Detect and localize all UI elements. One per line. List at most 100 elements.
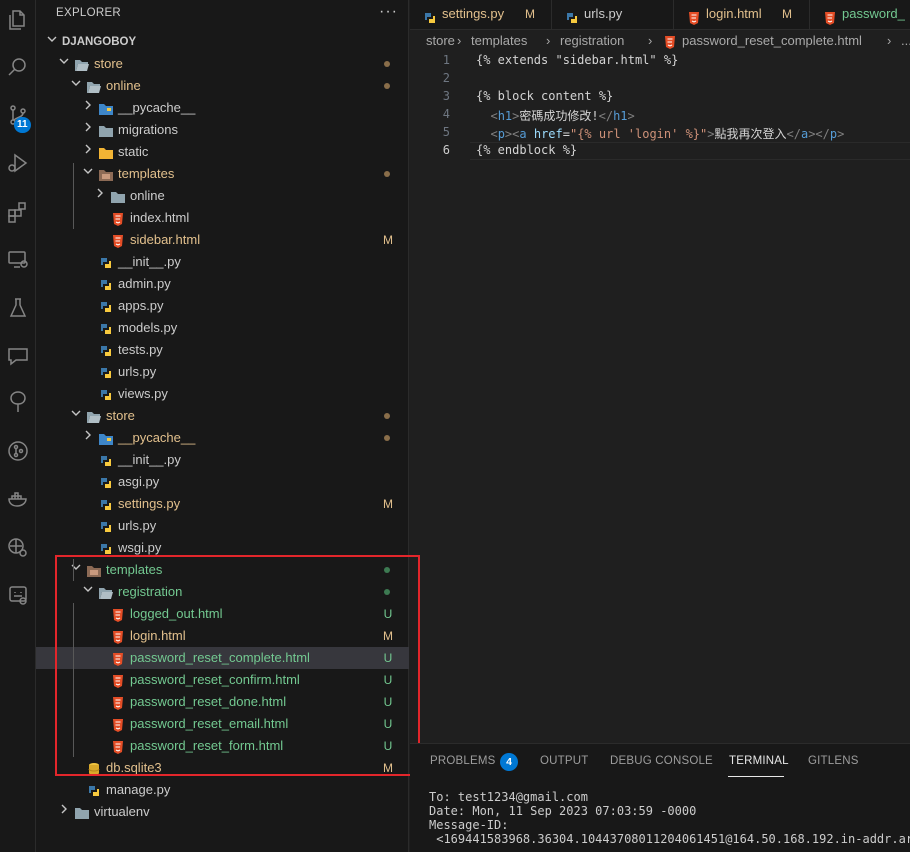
copilot-icon[interactable] xyxy=(0,575,36,615)
tree-item-label: admin.py xyxy=(118,276,171,291)
tab-urls-py[interactable]: urls.py xyxy=(552,0,674,29)
tree-item-label: views.py xyxy=(118,386,168,401)
search-icon[interactable] xyxy=(0,47,36,87)
panel-tab-gitlens[interactable]: GITLENS xyxy=(808,755,859,767)
tree-item-wsgi-py[interactable]: wsgi.py xyxy=(36,537,409,559)
tree-item-init-py[interactable]: __init__.py xyxy=(36,449,409,471)
tree-item-pycache[interactable]: __pycache__ xyxy=(36,97,409,119)
tree-item-password-reset-email-html[interactable]: password_reset_email.html U xyxy=(36,713,409,735)
tree-item-password-reset-done-html[interactable]: password_reset_done.html U xyxy=(36,691,409,713)
tree-item-label: DJANGOBOY xyxy=(62,36,137,48)
chevron-right-icon[interactable] xyxy=(56,801,72,823)
terminal-line: <169441583968.36304.10443708011204061451… xyxy=(429,832,910,846)
tree-item-init-py[interactable]: __init__.py xyxy=(36,251,409,273)
tree-icon[interactable] xyxy=(0,383,36,423)
chevron-right-icon[interactable] xyxy=(92,185,108,207)
indent-guide xyxy=(73,559,74,581)
git-status-letter: U xyxy=(383,651,393,665)
extensions-icon[interactable] xyxy=(0,192,36,232)
tree-item-models-py[interactable]: models.py xyxy=(36,317,409,339)
code-editor[interactable]: 1 2 3 4 5 6 {% extends "sidebar.html" %} {% b… xyxy=(410,52,910,742)
database-file-icon xyxy=(86,761,102,775)
tree-item-logged-out-html[interactable]: logged_out.html U xyxy=(36,603,409,625)
tree-item-label: index.html xyxy=(130,210,190,225)
chevron-right-icon[interactable] xyxy=(80,119,96,141)
tree-item-views-py[interactable]: views.py xyxy=(36,383,409,405)
tree-item-templates[interactable]: templates xyxy=(36,559,409,581)
tree-item-store[interactable]: store xyxy=(36,405,409,427)
breadcrumb-item[interactable]: registration xyxy=(560,33,624,48)
testing-icon[interactable] xyxy=(0,288,36,328)
tree-item-registration[interactable]: registration xyxy=(36,581,409,603)
tree-item-label: apps.py xyxy=(118,298,164,313)
git-status-letter: U xyxy=(383,695,393,709)
chevron-down-icon[interactable] xyxy=(68,405,84,427)
panel-tab-problems[interactable]: PROBLEMS xyxy=(430,755,496,767)
more-actions-icon[interactable]: ··· xyxy=(379,3,398,21)
tree-item-apps-py[interactable]: apps.py xyxy=(36,295,409,317)
python-file-icon xyxy=(98,277,114,291)
tree-item-login-html[interactable]: login.html M xyxy=(36,625,409,647)
tree-item-password-reset-form-html[interactable]: password_reset_form.html U xyxy=(36,735,409,757)
tree-item-password-reset-confirm-html[interactable]: password_reset_confirm.html U xyxy=(36,669,409,691)
chevron-down-icon[interactable] xyxy=(44,31,60,53)
tree-item-urls-py[interactable]: urls.py xyxy=(36,361,409,383)
tree-item-migrations[interactable]: migrations xyxy=(36,119,409,141)
breadcrumb-item[interactable]: store xyxy=(426,33,455,48)
tree-item-online[interactable]: online xyxy=(36,75,409,97)
remote-explorer-icon[interactable] xyxy=(0,240,36,280)
tree-item-index-html[interactable]: index.html xyxy=(36,207,409,229)
git-graph-icon[interactable] xyxy=(0,431,36,471)
tab-login-html[interactable]: login.html M xyxy=(674,0,810,29)
tree-item-label: __init__.py xyxy=(118,452,181,467)
panel-tab-output[interactable]: OUTPUT xyxy=(540,755,588,767)
tree-item-label: models.py xyxy=(118,320,178,335)
chevron-down-icon[interactable] xyxy=(56,53,72,75)
indent-guide xyxy=(73,603,74,757)
tree-item-settings-py[interactable]: settings.py M xyxy=(36,493,409,515)
tree-item-store[interactable]: store xyxy=(36,53,409,75)
chevron-down-icon[interactable] xyxy=(80,581,96,603)
comments-icon[interactable] xyxy=(0,336,36,376)
breadcrumb-item[interactable]: ... xyxy=(901,33,910,48)
tree-item-label: password_reset_complete.html xyxy=(130,650,310,665)
tree-item-asgi-py[interactable]: asgi.py xyxy=(36,471,409,493)
chevron-right-icon[interactable] xyxy=(80,427,96,449)
tree-item-admin-py[interactable]: admin.py xyxy=(36,273,409,295)
chevron-down-icon[interactable] xyxy=(68,559,84,581)
tree-item-sidebar-html[interactable]: sidebar.html M xyxy=(36,229,409,251)
pycache-folder-icon xyxy=(98,431,114,445)
panel-tab-debug-console[interactable]: DEBUG CONSOLE xyxy=(610,755,713,767)
tree-item-password-reset-complete-html[interactable]: password_reset_complete.html U xyxy=(36,647,409,669)
html-file-icon xyxy=(110,717,126,732)
tree-item-label: templates xyxy=(118,166,175,181)
tab-password[interactable]: password_ xyxy=(810,0,910,29)
tree-item-manage-py[interactable]: manage.py xyxy=(36,779,409,801)
html-file-icon xyxy=(686,7,702,29)
tree-root-djangoboy[interactable]: DJANGOBOY xyxy=(36,31,409,53)
breadcrumb-item[interactable]: password_reset_complete.html xyxy=(682,33,862,48)
tree-item-virtualenv[interactable]: virtualenv xyxy=(36,801,409,823)
code-line-3: {% block content %} xyxy=(476,89,614,103)
chevron-right-icon[interactable] xyxy=(80,97,96,119)
chevron-down-icon[interactable] xyxy=(68,75,84,97)
tab-label: password_ xyxy=(842,6,905,21)
tree-item-templates[interactable]: templates xyxy=(36,163,409,185)
tree-item-label: settings.py xyxy=(118,496,181,511)
tree-item-online[interactable]: online xyxy=(36,185,409,207)
breadcrumb-item[interactable]: templates xyxy=(471,33,527,48)
chevron-right-icon[interactable] xyxy=(80,141,96,163)
remote-icon[interactable] xyxy=(0,527,36,567)
run-debug-icon[interactable] xyxy=(0,143,36,183)
line-number: 1 xyxy=(442,53,450,67)
tree-item-tests-py[interactable]: tests.py xyxy=(36,339,409,361)
chevron-down-icon[interactable] xyxy=(80,163,96,185)
tab-settings-py[interactable]: settings.py M xyxy=(410,0,552,29)
tree-item-db-sqlite3[interactable]: db.sqlite3 M xyxy=(36,757,409,779)
tree-item-urls-py[interactable]: urls.py xyxy=(36,515,409,537)
panel-tab-terminal[interactable]: TERMINAL xyxy=(729,755,789,767)
tree-item-pycache[interactable]: __pycache__ xyxy=(36,427,409,449)
explorer-icon[interactable] xyxy=(0,0,36,40)
docker-icon[interactable] xyxy=(0,479,36,519)
tree-item-static[interactable]: static xyxy=(36,141,409,163)
